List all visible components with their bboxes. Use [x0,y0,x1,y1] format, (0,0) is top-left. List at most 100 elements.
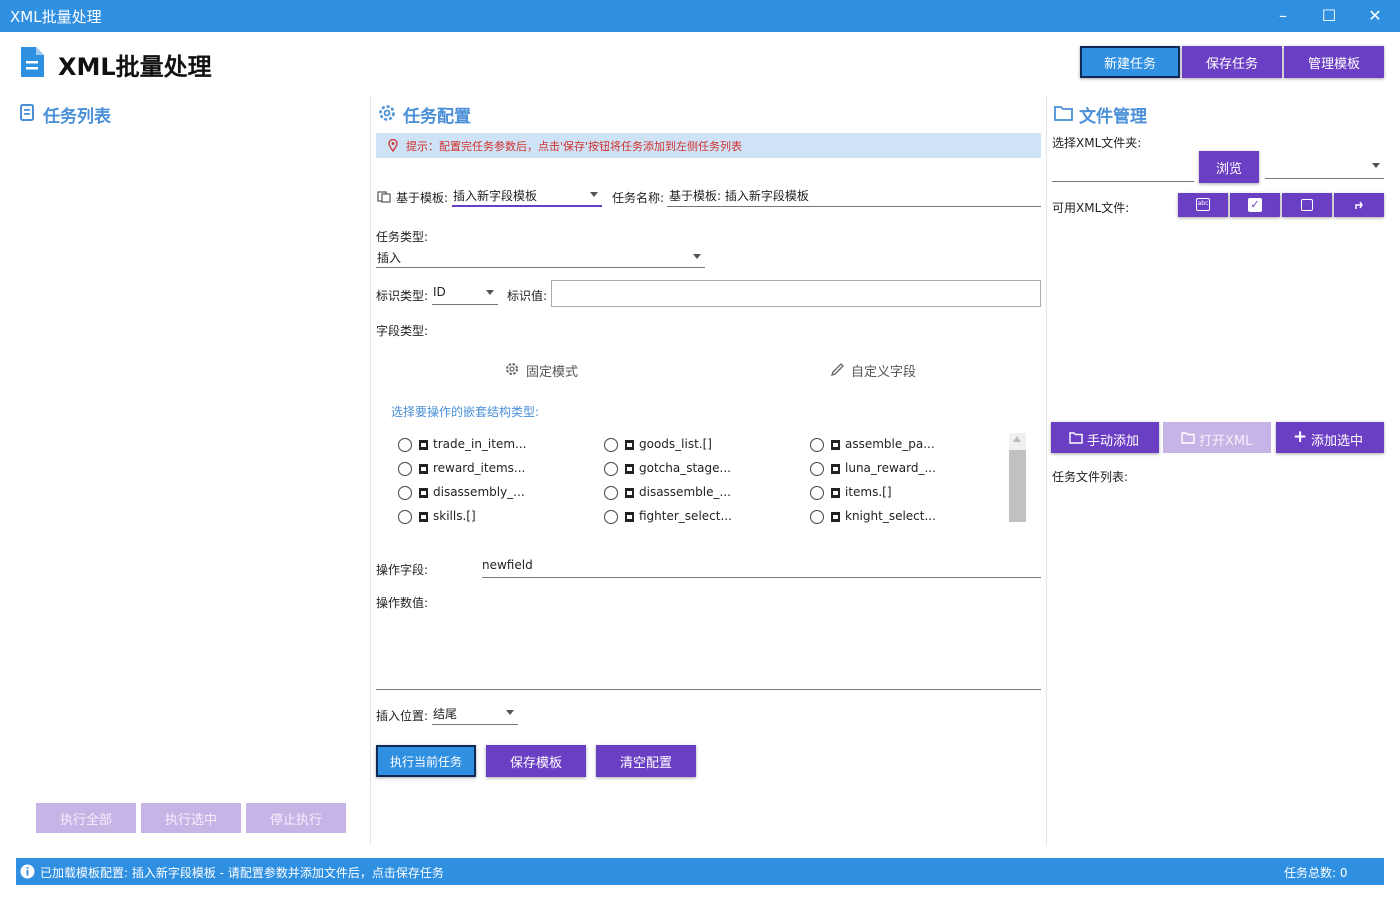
chevron-down-icon [590,192,598,197]
chart-icon [831,440,840,450]
chart-icon [625,512,634,522]
document-icon [21,47,44,77]
manual-add-button[interactable]: 手动添加 [1051,422,1159,453]
maximize-icon[interactable]: ☐ [1306,0,1352,32]
new-task-button[interactable]: 新建任务 [1080,46,1180,78]
op-field-value: newfield [482,558,533,572]
chart-icon [419,464,428,474]
check-all-icon: ✓ [1248,198,1262,212]
window-title: XML批量处理 [10,8,102,26]
chevron-down-icon [693,254,701,259]
task-name-value: 基于模板: 插入新字段模板 [669,189,809,203]
return-button[interactable] [1334,193,1384,217]
gear-icon [379,105,395,121]
pencil-icon [830,363,844,377]
chart-icon [419,440,428,450]
task-count: 任务总数: 0 [1284,866,1348,880]
id-value-label: 标识值: [507,289,548,303]
minimize-icon[interactable]: – [1260,0,1306,32]
task-name-label: 任务名称: [612,191,665,205]
template-icon [377,191,391,203]
hint-banner: 提示：配置完任务参数后，点击'保存'按钮将任务添加到左侧任务列表 [376,133,1041,158]
task-files-label: 任务文件列表: [1052,470,1129,484]
folder-label: 选择XML文件夹: [1052,136,1142,150]
op-field-label: 操作字段: [376,563,429,577]
radio-button[interactable] [398,510,412,524]
status-message: 已加载模板配置: 插入新字段模板 - 请配置参数并添加文件后，点击保存任务 [40,866,444,880]
id-type-combo[interactable]: ID [432,284,498,305]
op-field-input[interactable]: newfield [482,556,1041,578]
chart-icon [831,464,840,474]
field-type-label: 字段类型: [376,324,429,338]
divider-left [370,95,371,845]
gear-icon [506,363,518,375]
folder-history-combo[interactable] [1265,157,1384,179]
radio-button[interactable] [810,486,824,500]
close-icon[interactable]: ✕ [1352,0,1398,32]
chevron-down-icon [486,290,494,295]
radio-button[interactable] [398,462,412,476]
info-icon [20,864,35,879]
task-name-input[interactable]: 基于模板: 插入新字段模板 [667,186,1041,207]
task-files-list[interactable] [1052,488,1384,838]
radio-button[interactable] [604,510,618,524]
radio-button[interactable] [604,462,618,476]
fixed-mode-tab[interactable]: 固定模式 [526,361,578,380]
check-all-button[interactable]: ✓ [1230,193,1280,217]
add-selected-button[interactable]: + 添加选中 [1276,422,1384,453]
radio-button[interactable] [810,438,824,452]
folder-input[interactable] [1052,160,1194,182]
task-type-combo[interactable]: 插入 [376,248,705,268]
uncheck-all-button[interactable] [1282,193,1332,217]
scrollbar-thumb[interactable] [1009,450,1026,522]
radio-button[interactable] [810,510,824,524]
manual-add-label: 手动添加 [1087,434,1140,449]
available-xml-list[interactable] [1052,222,1384,414]
folder-icon [1054,106,1073,121]
template-label: 基于模板: [396,191,449,205]
run-selected-button[interactable]: 执行选中 [141,803,241,833]
run-current-task-button[interactable]: 执行当前任务 [376,745,476,777]
uncheck-icon [1301,199,1313,211]
op-value-label: 操作数值: [376,596,429,610]
scrollbar[interactable] [1009,433,1026,522]
open-xml-button[interactable]: 打开XML [1163,422,1271,453]
hint-text: 提示：配置完任务参数后，点击'保存'按钮将任务添加到左侧任务列表 [406,140,743,153]
radio-button[interactable] [398,438,412,452]
text-format-button[interactable]: abc [1178,193,1228,217]
status-bar: 已加载模板配置: 插入新字段模板 - 请配置参数并添加文件后，点击保存任务 任务… [16,858,1384,885]
config-title: 任务配置 [403,107,471,127]
radio-button[interactable] [810,462,824,476]
list-icon [20,104,34,121]
radio-button[interactable] [398,486,412,500]
chart-icon [625,440,634,450]
template-combo[interactable]: 插入新字段模板 [452,186,602,207]
insert-position-combo[interactable]: 结尾 [432,704,518,725]
save-task-button[interactable]: 保存任务 [1182,46,1282,78]
manage-templates-button[interactable]: 管理模板 [1284,46,1384,78]
scroll-up-icon[interactable] [1013,436,1021,442]
add-selected-label: 添加选中 [1311,434,1364,449]
radio-button[interactable] [604,438,618,452]
op-value-textarea[interactable] [376,612,1041,690]
custom-field-tab[interactable]: 自定义字段 [851,361,916,380]
task-type-label: 任务类型: [376,230,429,244]
chart-icon [419,488,428,498]
clear-config-button[interactable]: 清空配置 [596,745,696,777]
location-pin-icon [388,139,398,152]
radio-button[interactable] [604,486,618,500]
plus-icon: + [1293,427,1308,447]
template-value: 插入新字段模板 [453,189,538,203]
browse-button[interactable]: 浏览 [1199,151,1259,183]
file-management-title: 文件管理 [1079,107,1147,127]
save-template-button[interactable]: 保存模板 [486,745,586,777]
run-all-button[interactable]: 执行全部 [36,803,136,833]
task-list-title: 任务列表 [43,107,111,127]
nested-structure-list[interactable]: trade_in_item... goods_list.[] assemble_… [376,430,1028,536]
text-format-icon: abc [1196,198,1210,211]
task-list[interactable] [16,130,356,790]
chart-icon [831,512,840,522]
stop-button[interactable]: 停止执行 [246,803,346,833]
id-type-label: 标识类型: [376,289,429,303]
id-value-input[interactable] [551,280,1041,307]
